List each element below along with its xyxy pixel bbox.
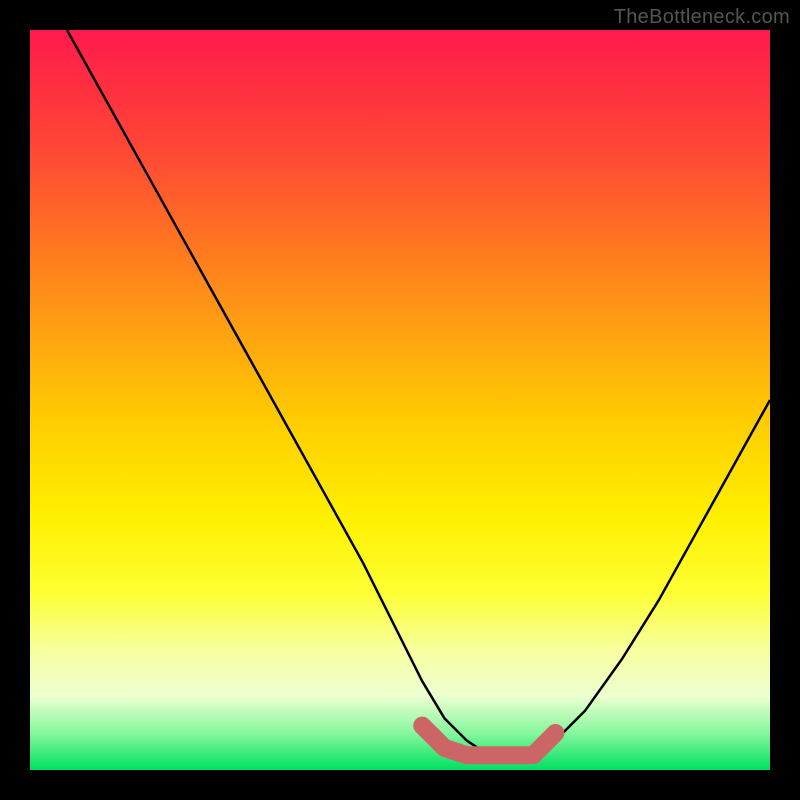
chart-container: TheBottleneck.com	[0, 0, 800, 800]
bottleneck-curve	[67, 30, 770, 755]
watermark-text: TheBottleneck.com	[614, 6, 790, 29]
fit-marker	[422, 726, 555, 756]
chart-svg	[30, 30, 770, 770]
plot-area	[30, 30, 770, 770]
